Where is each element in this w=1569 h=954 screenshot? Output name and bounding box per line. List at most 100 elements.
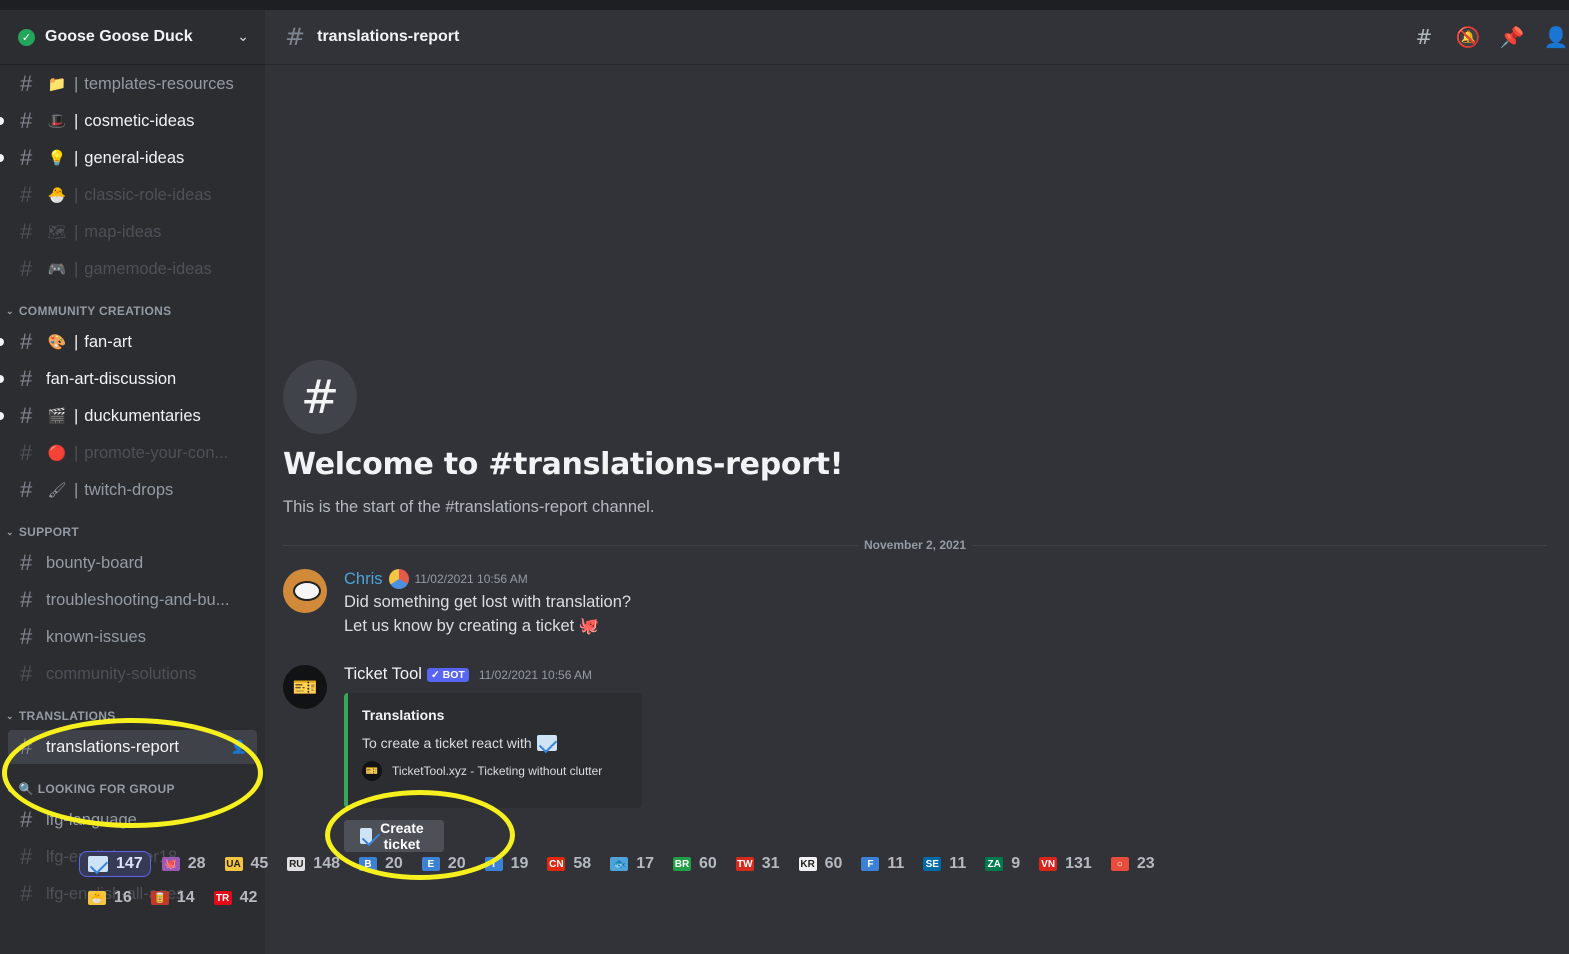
- bot-tag: ✓ BOT: [426, 667, 469, 682]
- reaction-emoji-icon: KR: [798, 857, 817, 871]
- channel-sidebar: ✓ Goose Goose Duck ⌄ # 📁 | templates-resour…: [0, 10, 265, 954]
- channel-translations-report[interactable]: # translations-report 👤: [8, 730, 257, 764]
- channel-classic-role-ideas[interactable]: # 🐣 | classic-role-ideas: [8, 178, 257, 212]
- reaction-emoji-icon: B: [359, 857, 377, 871]
- reaction[interactable]: E 20: [413, 851, 474, 877]
- channel-promote-your-con[interactable]: # 🔴 | promote-your-con...: [8, 436, 257, 470]
- category-header[interactable]: ⌄ 🔍 LOOKING FOR GROUP: [0, 778, 265, 800]
- threads-icon[interactable]: #: [1411, 24, 1437, 50]
- reaction-count: 31: [761, 855, 780, 872]
- reaction[interactable]: KR 60: [790, 851, 851, 877]
- channel-hash-icon: #: [20, 440, 33, 465]
- channel-bounty-board[interactable]: # bounty-board: [8, 546, 257, 580]
- channel-hash-icon: #: [20, 734, 33, 759]
- channel-label: templates-resources: [84, 74, 234, 93]
- message-line: Let us know by creating a ticket 🐙: [344, 617, 600, 635]
- reaction[interactable]: F 11: [852, 851, 912, 877]
- channel-fan-art-discussion[interactable]: # fan-art-discussion: [0, 362, 257, 396]
- category-header[interactable]: ⌄ SUPPORT: [0, 521, 265, 543]
- channel-label: bounty-board: [46, 553, 144, 572]
- reaction[interactable]: SE 11: [914, 851, 974, 877]
- embed-footer: 🎫 TicketTool.xyz - Ticketing without clu…: [362, 761, 628, 781]
- author-name[interactable]: Chris: [344, 570, 383, 589]
- reaction-count: 9: [1011, 855, 1021, 872]
- reaction-emoji-icon: E: [421, 857, 440, 871]
- channel-known-issues[interactable]: # known-issues: [8, 620, 257, 654]
- channel-hash-icon: #: [20, 366, 33, 391]
- channel-hash-icon: #: [20, 587, 33, 612]
- avatar[interactable]: 🎫: [283, 665, 327, 709]
- category-header[interactable]: ⌄ COMMUNITY CREATIONS: [0, 300, 265, 322]
- reaction-count: 45: [250, 855, 269, 872]
- channel-emoji-icon: 🎩: [47, 113, 67, 130]
- reaction-count: 148: [313, 855, 340, 872]
- pin-icon[interactable]: 📌: [1499, 24, 1525, 50]
- reaction[interactable]: VN 131: [1030, 851, 1100, 877]
- date-divider-label: November 2, 2021: [857, 538, 973, 552]
- reaction[interactable]: 🥫 14: [142, 885, 203, 911]
- channel-hash-icon: #: [20, 182, 33, 207]
- reaction[interactable]: UA 45: [216, 851, 277, 877]
- reaction[interactable]: ○ 23: [1102, 851, 1163, 877]
- channel-troubleshooting-and-bu[interactable]: # troubleshooting-and-bu...: [8, 583, 257, 617]
- channel-separator: |: [74, 443, 79, 462]
- chevron-down-icon: ⌄: [6, 783, 14, 794]
- channel-hash-icon: #: [20, 219, 33, 244]
- channel-label: cosmetic-ideas: [84, 111, 195, 130]
- member-list-icon[interactable]: 👤: [1543, 24, 1569, 50]
- reaction[interactable]: 🐣 16: [79, 885, 140, 911]
- reaction-count: 42: [239, 889, 258, 906]
- reaction[interactable]: RU 148: [278, 851, 348, 877]
- reaction[interactable]: TW 31: [727, 851, 788, 877]
- channel-label: general-ideas: [84, 148, 185, 167]
- reaction[interactable]: T 19: [476, 851, 537, 877]
- timestamp: 11/02/2021 10:56 AM: [478, 667, 593, 682]
- channel-emoji-icon: 🖌: [47, 482, 67, 499]
- channel-hash-icon: #: [20, 145, 33, 170]
- channel-title: translations-report: [317, 28, 460, 45]
- date-divider: November 2, 2021: [283, 538, 1547, 552]
- author-name[interactable]: Ticket Tool: [344, 665, 422, 684]
- avatar[interactable]: [283, 569, 327, 613]
- mute-notifications-icon[interactable]: 🔕: [1455, 24, 1481, 50]
- topbar-tools: # 🔕 📌 👤: [1411, 24, 1569, 50]
- channel-gamemode-ideas[interactable]: # 🎮 | gamemode-ideas: [8, 252, 257, 286]
- reaction-emoji-icon: 🥫: [150, 891, 169, 905]
- reaction-count: 19: [510, 855, 529, 872]
- server-header[interactable]: ✓ Goose Goose Duck ⌄: [0, 10, 265, 64]
- message-line: Did something get lost with translation?: [344, 593, 632, 611]
- category-header[interactable]: ⌄ TRANSLATIONS: [0, 705, 265, 727]
- reaction-count: 58: [573, 855, 592, 872]
- reaction-count: 23: [1136, 855, 1155, 872]
- tickettool-footer-icon: 🎫: [362, 761, 382, 781]
- channel-templates-resources[interactable]: # 📁 | templates-resources: [8, 67, 257, 101]
- channel-hash-icon: #: [20, 329, 33, 354]
- reaction[interactable]: TR 42: [205, 885, 266, 911]
- reaction-emoji-icon: ○: [1110, 857, 1129, 871]
- channel-separator: |: [74, 74, 79, 93]
- welcome-subtitle: This is the start of the #translations-r…: [283, 498, 655, 516]
- reaction[interactable]: CN 58: [538, 851, 599, 877]
- chevron-down-icon: ⌄: [6, 526, 14, 537]
- reaction[interactable]: 147: [79, 851, 151, 877]
- reaction[interactable]: BR 60: [664, 851, 725, 877]
- message-header: Chris 11/02/2021 10:56 AM: [344, 569, 528, 589]
- reaction-emoji-icon: TR: [213, 891, 232, 905]
- embed-footer-text: TicketTool.xyz - Ticketing without clutt…: [392, 764, 603, 778]
- chevron-down-icon[interactable]: ⌄: [237, 29, 249, 45]
- channel-fan-art[interactable]: # 🎨 | fan-art: [0, 325, 257, 359]
- channel-general-ideas[interactable]: # 💡 | general-ideas: [0, 141, 257, 175]
- channel-map-ideas[interactable]: # 🗺 | map-ideas: [8, 215, 257, 249]
- reaction[interactable]: 🐙 28: [153, 851, 214, 877]
- create-ticket-button[interactable]: Create ticket: [344, 820, 444, 852]
- reaction[interactable]: B 20: [350, 851, 411, 877]
- category-label: SUPPORT: [18, 525, 79, 539]
- reaction[interactable]: ZA 9: [976, 851, 1028, 877]
- channel-duckumentaries[interactable]: # 🎬 | duckumentaries: [0, 399, 257, 433]
- reaction[interactable]: 🐟 17: [601, 851, 662, 877]
- channel-twitch-drops[interactable]: # 🖌 | twitch-drops: [8, 473, 257, 507]
- channel-community-solutions[interactable]: # community-solutions: [8, 657, 257, 691]
- channel-cosmetic-ideas[interactable]: # 🎩 | cosmetic-ideas: [0, 104, 257, 138]
- invite-member-icon[interactable]: 👤: [231, 739, 247, 755]
- channel-lfg-language[interactable]: # lfg-language: [8, 803, 257, 837]
